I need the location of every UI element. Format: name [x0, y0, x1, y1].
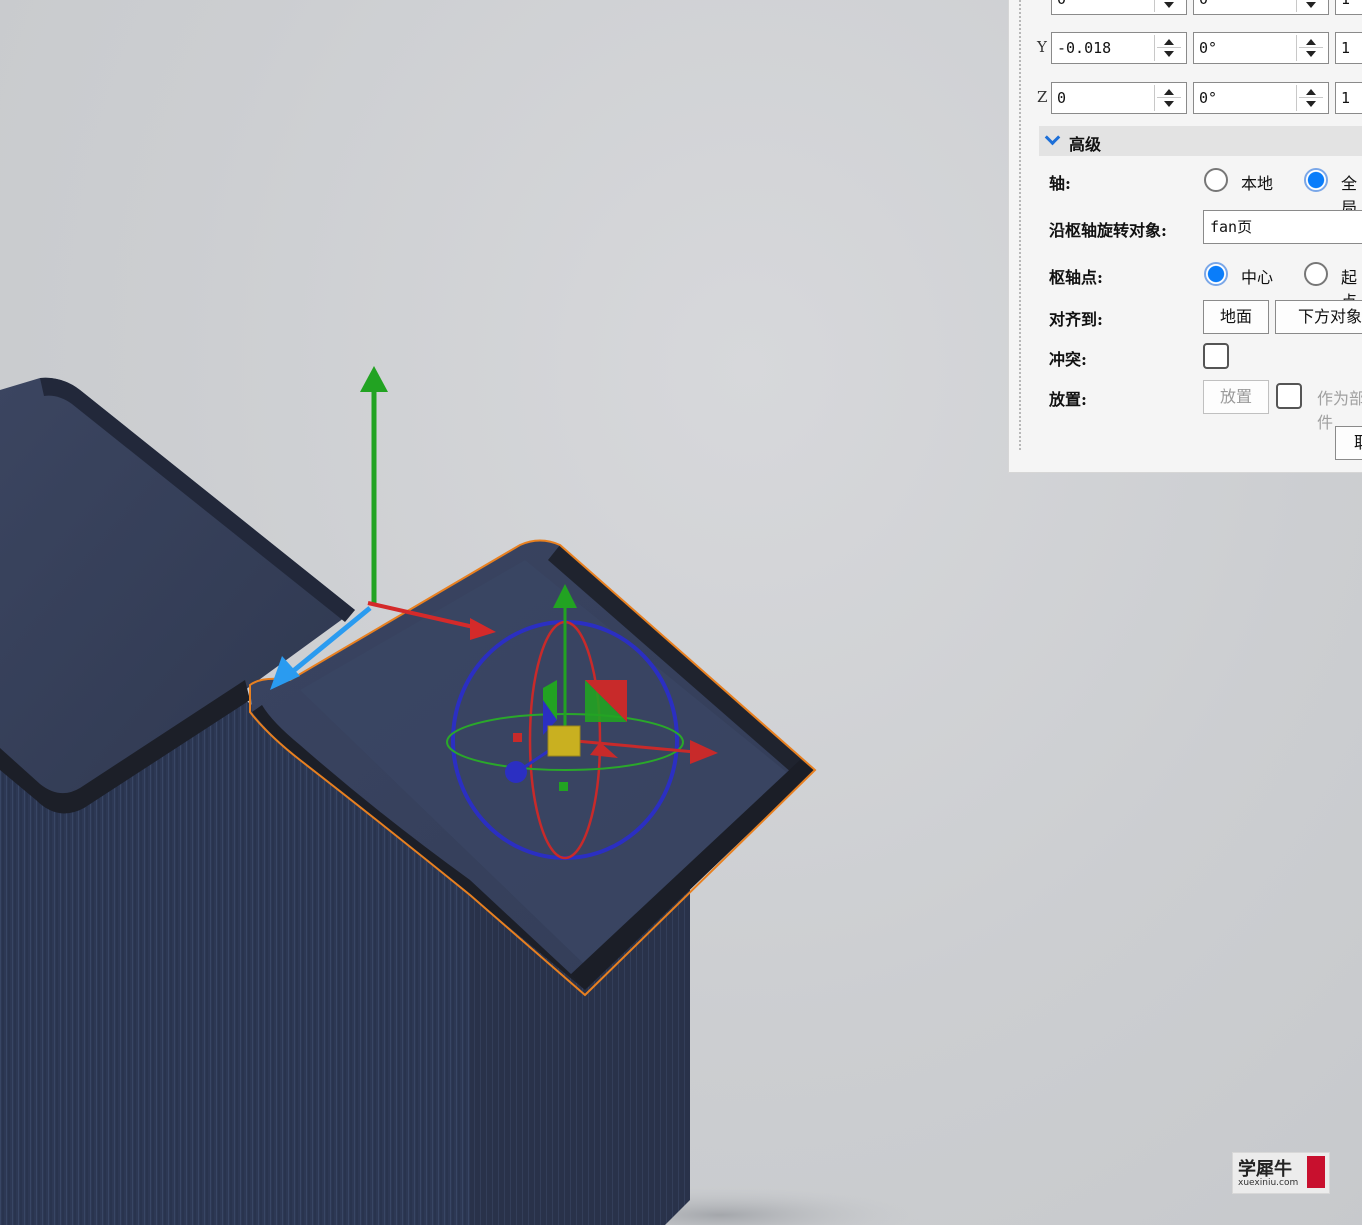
- watermark-url: xuexiniu.com: [1238, 1178, 1299, 1188]
- position-x-input[interactable]: 0: [1051, 0, 1187, 15]
- rotation-y-stepper[interactable]: [1296, 35, 1325, 61]
- rotation-y-input[interactable]: 0°: [1193, 32, 1329, 64]
- axis-local-radio[interactable]: [1204, 168, 1228, 192]
- center-scale-handle-icon[interactable]: [547, 725, 581, 757]
- rotation-z-input[interactable]: 0°: [1193, 82, 1329, 114]
- pivot-start-radio[interactable]: [1304, 262, 1328, 286]
- advanced-section-header[interactable]: 高级: [1039, 126, 1362, 156]
- scale-z-value: 1: [1341, 89, 1351, 107]
- scale-x-input[interactable]: 1: [1335, 0, 1362, 15]
- fabric-object[interactable]: [0, 377, 817, 1225]
- properties-panel: X 0 0° 1 Y -0.018 0° 1 Z 0: [1008, 0, 1362, 473]
- rotate-about-pivot-label: 沿枢轴旋转对象:: [1049, 221, 1167, 240]
- rotation-z-value: 0°: [1199, 89, 1218, 107]
- axis-global-radio[interactable]: [1304, 168, 1328, 192]
- position-z-stepper[interactable]: [1154, 85, 1183, 111]
- pivot-point-label: 枢轴点:: [1049, 268, 1103, 287]
- align-below-object-button[interactable]: 下方对象: [1275, 300, 1362, 334]
- rotation-z-stepper[interactable]: [1296, 85, 1325, 111]
- position-x-value: 0: [1057, 0, 1066, 8]
- chevron-down-icon: [1044, 129, 1061, 146]
- axis-label-x: X: [1037, 0, 1048, 4]
- scale-y-input[interactable]: 1: [1335, 32, 1362, 64]
- position-z-value: 0: [1057, 89, 1067, 107]
- rotation-x-stepper[interactable]: [1296, 0, 1325, 12]
- scale-x-value: 1: [1341, 0, 1350, 8]
- rotation-x-input[interactable]: 0°: [1193, 0, 1329, 15]
- pivot-center-label: 中心: [1241, 268, 1274, 287]
- rotation-x-value: 0°: [1199, 0, 1217, 8]
- rotation-y-value: 0°: [1199, 39, 1218, 57]
- scale-z-input[interactable]: 1: [1335, 82, 1362, 114]
- place-label: 放置:: [1049, 390, 1087, 409]
- axis-local-label: 本地: [1241, 174, 1274, 193]
- watermark-logo: 学犀牛 xuexiniu.com: [1232, 1152, 1330, 1194]
- position-z-input[interactable]: 0: [1051, 82, 1187, 114]
- collision-label: 冲突:: [1049, 350, 1087, 369]
- position-y-input[interactable]: -0.018: [1051, 32, 1187, 64]
- pivot-center-radio[interactable]: [1204, 262, 1228, 286]
- axis-label-y: Y: [1037, 38, 1047, 56]
- position-x-stepper[interactable]: [1154, 0, 1183, 12]
- position-y-value: -0.018: [1057, 39, 1112, 57]
- position-y-stepper[interactable]: [1154, 35, 1183, 61]
- collision-checkbox[interactable]: [1203, 343, 1229, 369]
- advanced-section-title: 高级: [1069, 135, 1102, 154]
- rotate-about-pivot-field[interactable]: fan页: [1203, 210, 1362, 244]
- align-ground-button[interactable]: 地面: [1203, 300, 1269, 334]
- local-z-handle-icon[interactable]: [505, 761, 527, 783]
- axis-label-z: Z: [1037, 88, 1048, 106]
- y-axis-arrow-icon[interactable]: [360, 366, 388, 392]
- watermark-seal-icon: [1307, 1156, 1325, 1188]
- place-button[interactable]: 放置: [1203, 380, 1269, 414]
- axis-label: 轴:: [1049, 174, 1071, 193]
- scale-y-value: 1: [1341, 39, 1351, 57]
- place-as-part-checkbox[interactable]: [1276, 383, 1302, 409]
- align-to-label: 对齐到:: [1049, 310, 1103, 329]
- panel-resize-handle[interactable]: [1019, 0, 1021, 450]
- cancel-button[interactable]: 取消: [1335, 426, 1362, 460]
